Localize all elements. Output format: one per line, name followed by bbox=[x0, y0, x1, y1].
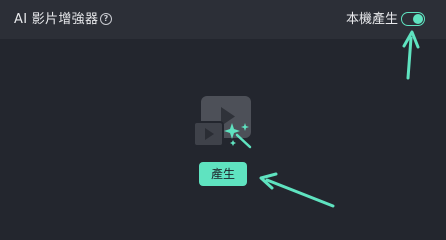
header-bar: AI 影片增強器 ? 本機產生 bbox=[0, 0, 446, 39]
local-generation-label: 本機產生 bbox=[345, 12, 398, 27]
arrow-to-generate-button bbox=[259, 172, 335, 208]
question-circle-icon[interactable]: ? bbox=[100, 13, 112, 25]
local-generation-toggle[interactable] bbox=[401, 12, 425, 26]
page-title: AI 影片增強器 bbox=[14, 12, 99, 27]
enhancer-illustration bbox=[190, 94, 256, 152]
generate-button[interactable]: 產生 bbox=[199, 162, 247, 186]
toggle-knob bbox=[413, 14, 423, 24]
